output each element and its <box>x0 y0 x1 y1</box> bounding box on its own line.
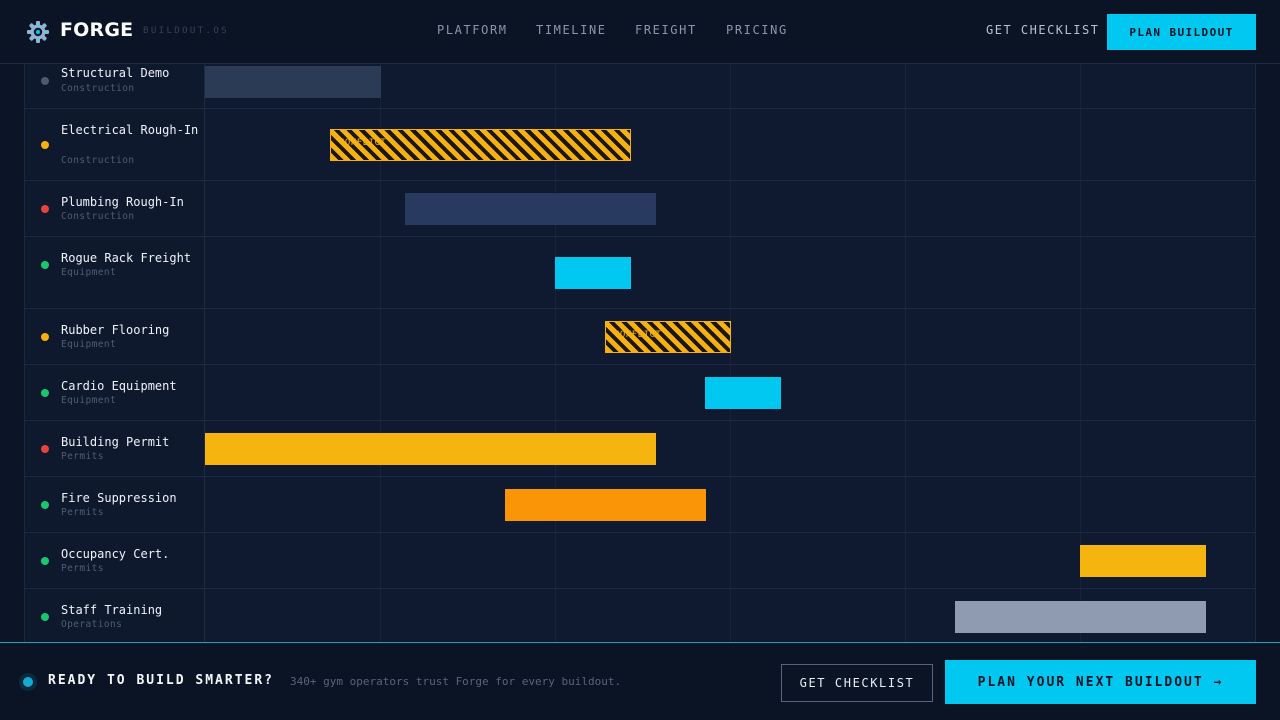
task-category: Construction <box>61 83 135 94</box>
gantt-row[interactable]: Building Permit Permits <box>25 421 1255 477</box>
status-dot-icon <box>41 205 49 213</box>
gantt-row[interactable]: Plumbing Rough-In Construction <box>25 181 1255 237</box>
plan-next-buildout-button[interactable]: PLAN YOUR NEXT BUILDOUT → <box>945 660 1256 704</box>
gantt-row[interactable]: Rubber Flooring Equipment CONFLICT <box>25 309 1255 365</box>
timeline-bar[interactable] <box>205 66 381 98</box>
timeline-bar[interactable]: CONFLICT <box>605 321 731 353</box>
task-category: Equipment <box>61 339 117 350</box>
timeline-bar[interactable] <box>405 193 656 225</box>
status-dot-icon <box>41 389 49 397</box>
status-dot-icon <box>41 501 49 509</box>
task-category: Permits <box>61 563 104 574</box>
gantt-row[interactable]: Rogue Rack Freight Equipment <box>25 237 1255 309</box>
footer-trust-text: 340+ gym operators trust Forge for every… <box>290 675 622 688</box>
gantt-row[interactable]: Cardio Equipment Equipment <box>25 365 1255 421</box>
task-category: Equipment <box>61 395 117 406</box>
conflict-label: CONFLICT <box>614 330 662 340</box>
gantt-row[interactable]: Fire Suppression Permits <box>25 477 1255 533</box>
nav-link-timeline[interactable]: TIMELINE <box>536 23 607 37</box>
status-pulse-icon <box>23 677 33 687</box>
plan-buildout-button[interactable]: PLAN BUILDOUT <box>1107 14 1256 50</box>
gantt-row[interactable]: Electrical Rough-In Construction CONFLICT <box>25 109 1255 181</box>
gantt-row[interactable]: Structural Demo Construction <box>25 64 1255 109</box>
footer-get-checklist-button[interactable]: GET CHECKLIST <box>781 664 933 702</box>
task-name: Rubber Flooring <box>61 323 170 337</box>
status-dot-icon <box>41 445 49 453</box>
task-name: Fire Suppression <box>61 491 177 505</box>
footer-headline: READY TO BUILD SMARTER? <box>48 673 275 688</box>
buildout-gantt-chart: Structural Demo Construction Electrical Ro… <box>24 64 1256 642</box>
timeline-bar[interactable] <box>955 601 1206 633</box>
task-name: Electrical Rough-In <box>61 123 199 137</box>
task-name: Occupancy Cert. <box>61 547 170 561</box>
status-dot-icon <box>41 261 49 269</box>
task-name: Cardio Equipment <box>61 379 177 393</box>
timeline-bar[interactable] <box>1080 545 1206 577</box>
task-category: Construction <box>61 155 135 166</box>
task-name: Structural Demo <box>61 66 170 80</box>
nav-link-pricing[interactable]: PRICING <box>726 23 788 37</box>
gantt-row[interactable]: Staff Training Operations <box>25 589 1255 642</box>
nav-link-platform[interactable]: PLATFORM <box>437 23 508 37</box>
gantt-row[interactable]: Occupancy Cert. Permits <box>25 533 1255 589</box>
status-dot-icon <box>41 557 49 565</box>
status-dot-icon <box>41 77 49 85</box>
task-category: Permits <box>61 507 104 518</box>
timeline-bar[interactable] <box>205 433 656 465</box>
task-category: Construction <box>61 211 135 222</box>
get-checklist-link[interactable]: GET CHECKLIST <box>986 23 1099 37</box>
top-nav: FORGE BUILDOUT.OS PLATFORM TIMELINE FREI… <box>0 0 1280 64</box>
task-name: Building Permit <box>61 435 170 449</box>
task-category: Permits <box>61 451 104 462</box>
task-name: Plumbing Rough-In <box>61 195 184 209</box>
nav-link-freight[interactable]: FREIGHT <box>635 23 697 37</box>
timeline-bar[interactable]: CONFLICT <box>330 129 631 161</box>
cta-footer-bar: READY TO BUILD SMARTER? 340+ gym operato… <box>0 642 1280 720</box>
gear-logo-icon <box>27 21 49 43</box>
status-dot-icon <box>41 333 49 341</box>
brand-subtitle: BUILDOUT.OS <box>143 26 230 36</box>
status-dot-icon <box>41 141 49 149</box>
timeline-bar[interactable] <box>705 377 781 409</box>
conflict-label: CONFLICT <box>339 138 387 148</box>
task-name: Rogue Rack Freight <box>61 251 192 265</box>
timeline-bar[interactable] <box>555 257 631 289</box>
brand-name[interactable]: FORGE <box>60 19 133 41</box>
task-name: Staff Training <box>61 603 163 617</box>
status-dot-icon <box>41 613 49 621</box>
task-category: Equipment <box>61 267 117 278</box>
timeline-bar[interactable] <box>505 489 706 521</box>
task-category: Operations <box>61 619 123 630</box>
